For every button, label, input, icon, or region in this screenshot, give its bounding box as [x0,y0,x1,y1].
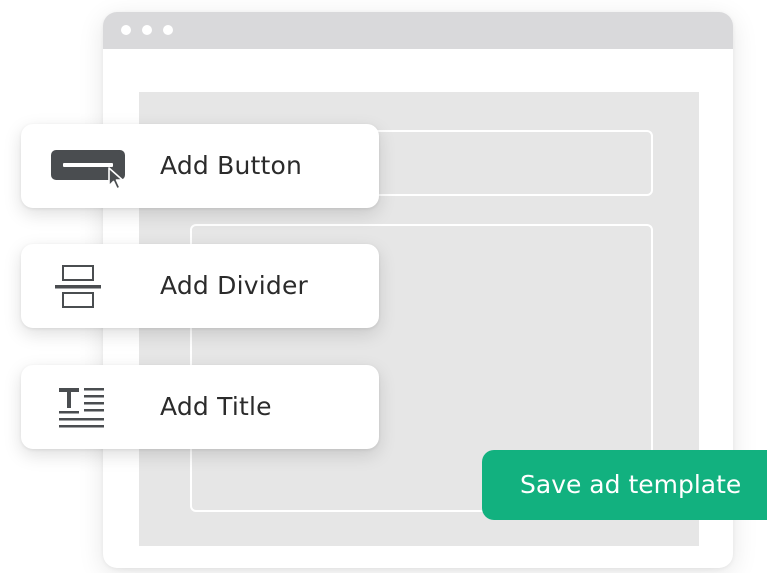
divider-icon [49,264,129,310]
button-slot[interactable] [331,130,653,196]
add-divider-card[interactable]: Add Divider [21,244,379,328]
title-icon [49,385,129,431]
add-title-label: Add Title [160,392,272,421]
add-button-card[interactable]: Add Button [21,124,379,208]
window-dot [163,25,173,35]
button-icon [49,144,129,190]
save-ad-template-button[interactable]: Save ad template [482,450,767,520]
add-button-label: Add Button [160,151,303,180]
window-dot [142,25,152,35]
add-divider-label: Add Divider [160,271,309,300]
window-dot [121,25,131,35]
add-title-card[interactable]: Add Title [21,365,379,449]
browser-title-bar [103,12,733,49]
stage: Add Button Add Divider Add Title Save ad… [0,0,767,573]
